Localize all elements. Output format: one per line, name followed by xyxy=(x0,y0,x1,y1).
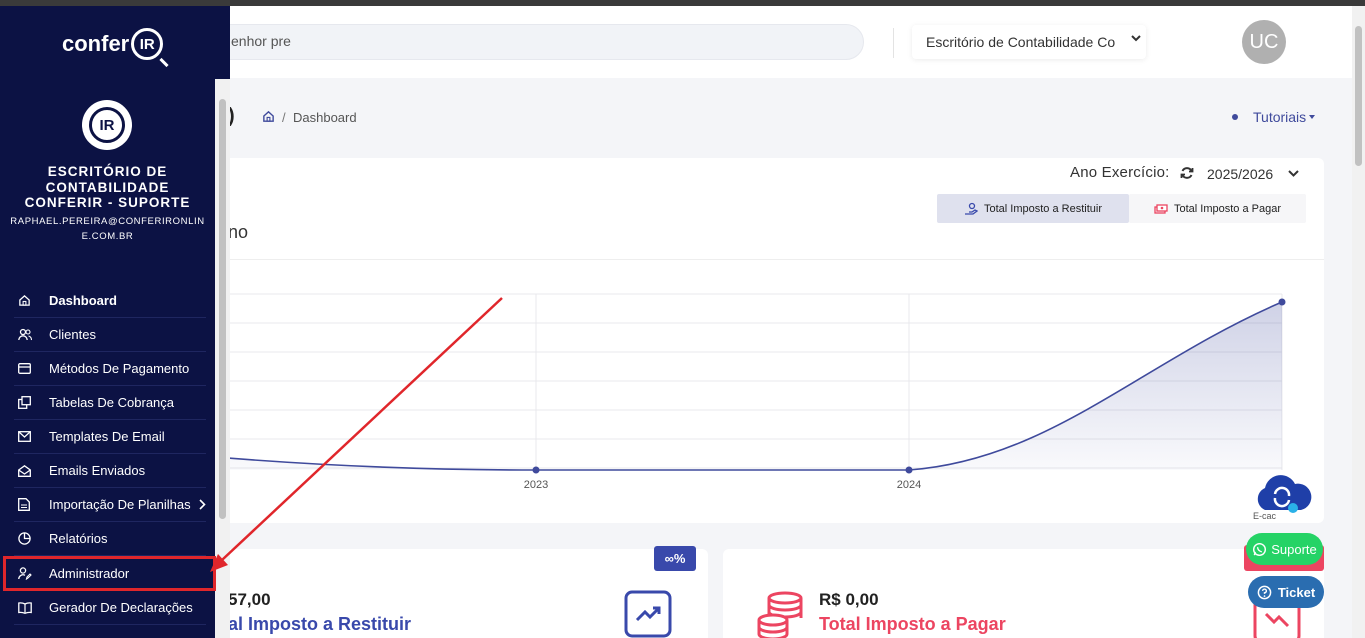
conferir-logo[interactable]: confer IR xyxy=(62,28,164,60)
ticket-button[interactable]: Ticket xyxy=(1248,576,1324,608)
sidebar-item-tabelas-cobranca[interactable]: Tabelas De Cobrança xyxy=(14,386,206,420)
trending-up-icon xyxy=(624,590,672,638)
sidebar-item-label: Métodos De Pagamento xyxy=(49,361,190,376)
chart-header-divider xyxy=(228,259,1324,260)
sidebar-item-label: Dashboard xyxy=(49,293,117,308)
table-icon xyxy=(18,396,31,409)
sidebar-item-label: Gerador De Declarações xyxy=(49,600,193,615)
sidebar-scroll-thumb[interactable] xyxy=(219,99,226,519)
pie-chart-icon xyxy=(18,532,31,545)
card-total-pagar xyxy=(723,549,1324,638)
chevron-down-icon xyxy=(1131,35,1141,42)
sidebar-item-dashboard[interactable]: Dashboard xyxy=(14,284,206,318)
year-label: Ano Exercício: xyxy=(1070,164,1170,181)
sidebar-item-importacao-planilhas[interactable]: Importação De Planilhas xyxy=(14,488,206,522)
pagar-label: Total Imposto a Pagar xyxy=(819,614,1006,634)
tab-total-pagar[interactable]: Total Imposto a Pagar xyxy=(1129,194,1306,223)
sidebar-scrollbar[interactable] xyxy=(215,79,230,638)
tab-total-pagar-label: Total Imposto a Pagar xyxy=(1173,202,1281,215)
sidebar-item-relatorios[interactable]: Relatórios xyxy=(14,522,206,556)
tutorials-dropdown[interactable]: Tutoriais xyxy=(1253,109,1306,125)
pagar-value: R$ 0,00 xyxy=(819,590,879,609)
ticket-label: Ticket xyxy=(1277,584,1316,600)
chart-point xyxy=(905,466,913,474)
administrador-highlight xyxy=(3,556,216,591)
percent-badge: ∞% xyxy=(654,546,696,571)
sidebar-item-gerador-declaracoes[interactable]: Gerador De Declarações xyxy=(14,591,206,625)
tutorials-dot xyxy=(1232,114,1238,120)
breadcrumb-current: Dashboard xyxy=(293,110,357,125)
users-icon xyxy=(18,328,32,341)
credit-card-icon xyxy=(18,363,31,374)
sidebar-item-label: Emails Enviados xyxy=(49,463,146,478)
sidebar-item-label: Templates De Email xyxy=(49,429,165,444)
office-select-value: Escritório de Contabilidade Co xyxy=(926,34,1116,50)
chart-point xyxy=(1278,298,1286,306)
avatar-initials: UC xyxy=(1249,30,1279,53)
sidebar-item-emails-enviados[interactable]: Emails Enviados xyxy=(14,454,206,488)
office-logo-text: IR xyxy=(99,116,115,134)
logo-text: confer xyxy=(62,31,130,56)
home-icon xyxy=(19,294,30,306)
sidebar-item-label: Relatórios xyxy=(49,531,108,546)
sidebar-item-label: Tabelas De Cobrança xyxy=(49,395,175,410)
whatsapp-icon xyxy=(1253,542,1267,556)
tab-total-restituir-label: Total Imposto a Restituir xyxy=(984,202,1102,215)
home-icon[interactable] xyxy=(262,110,275,123)
chevron-right-icon xyxy=(199,499,206,510)
restituir-label: al Imposto a Restituir xyxy=(228,614,412,634)
chart-x-tick-label: 2023 xyxy=(524,479,548,491)
ecac-cloud-icon[interactable] xyxy=(1251,474,1313,514)
coins-icon xyxy=(757,591,803,638)
page-scroll-thumb[interactable] xyxy=(1355,26,1362,166)
magnifier-icon: IR xyxy=(131,28,164,60)
suporte-label: Suporte xyxy=(1271,541,1317,557)
search-box[interactable] xyxy=(200,24,864,60)
avatar[interactable]: UC xyxy=(1242,20,1286,64)
help-icon xyxy=(1257,585,1272,599)
refresh-icon[interactable] xyxy=(1180,166,1194,180)
book-icon xyxy=(18,601,32,614)
sidebar-item-metodos-pagamento[interactable]: Métodos De Pagamento xyxy=(14,352,206,386)
mail-icon xyxy=(18,431,31,442)
chart-area-fill xyxy=(210,302,1282,470)
hand-coin-icon xyxy=(965,202,978,215)
year-select[interactable]: 2025/2026 xyxy=(1207,166,1273,182)
sidebar-item-templates-email[interactable]: Templates De Email xyxy=(14,420,206,454)
sidebar-item-clientes[interactable]: Clientes xyxy=(14,318,206,352)
money-icon xyxy=(1154,203,1168,214)
logo-ir-text: IR xyxy=(139,35,155,53)
search-input[interactable] xyxy=(231,33,831,49)
caret-down-icon xyxy=(1309,115,1315,119)
tax-chart: 2023 2024 xyxy=(210,293,1286,491)
spreadsheet-icon xyxy=(18,498,30,511)
office-logo: IR xyxy=(82,100,132,150)
suporte-button[interactable]: Suporte xyxy=(1246,533,1323,565)
chart-point xyxy=(532,466,540,474)
sidebar-item-label: Importação De Planilhas xyxy=(49,497,191,512)
breadcrumb-separator: / xyxy=(282,110,286,125)
office-select[interactable]: Escritório de Contabilidade Co xyxy=(912,25,1146,59)
header-divider xyxy=(893,28,894,58)
page-scrollbar[interactable] xyxy=(1352,6,1365,638)
sidebar-item-label: Clientes xyxy=(49,327,96,342)
chart-x-tick-label: 2024 xyxy=(897,479,921,491)
sidebar-logo-area: confer IR xyxy=(0,6,230,79)
tab-total-restituir[interactable]: Total Imposto a Restituir xyxy=(937,194,1129,223)
chevron-down-icon xyxy=(1288,170,1299,177)
mail-open-icon xyxy=(18,464,31,477)
chart-title: no xyxy=(228,222,249,242)
ecac-label: E-cac xyxy=(1253,511,1277,521)
office-name: ESCRITÓRIO DE CONTABILIDADE CONFERIR - S… xyxy=(24,164,191,210)
user-email: RAPHAEL.PEREIRA@CONFERIRONLINE.COM.BR xyxy=(10,216,205,242)
restituir-value: 57,00 xyxy=(228,590,271,609)
